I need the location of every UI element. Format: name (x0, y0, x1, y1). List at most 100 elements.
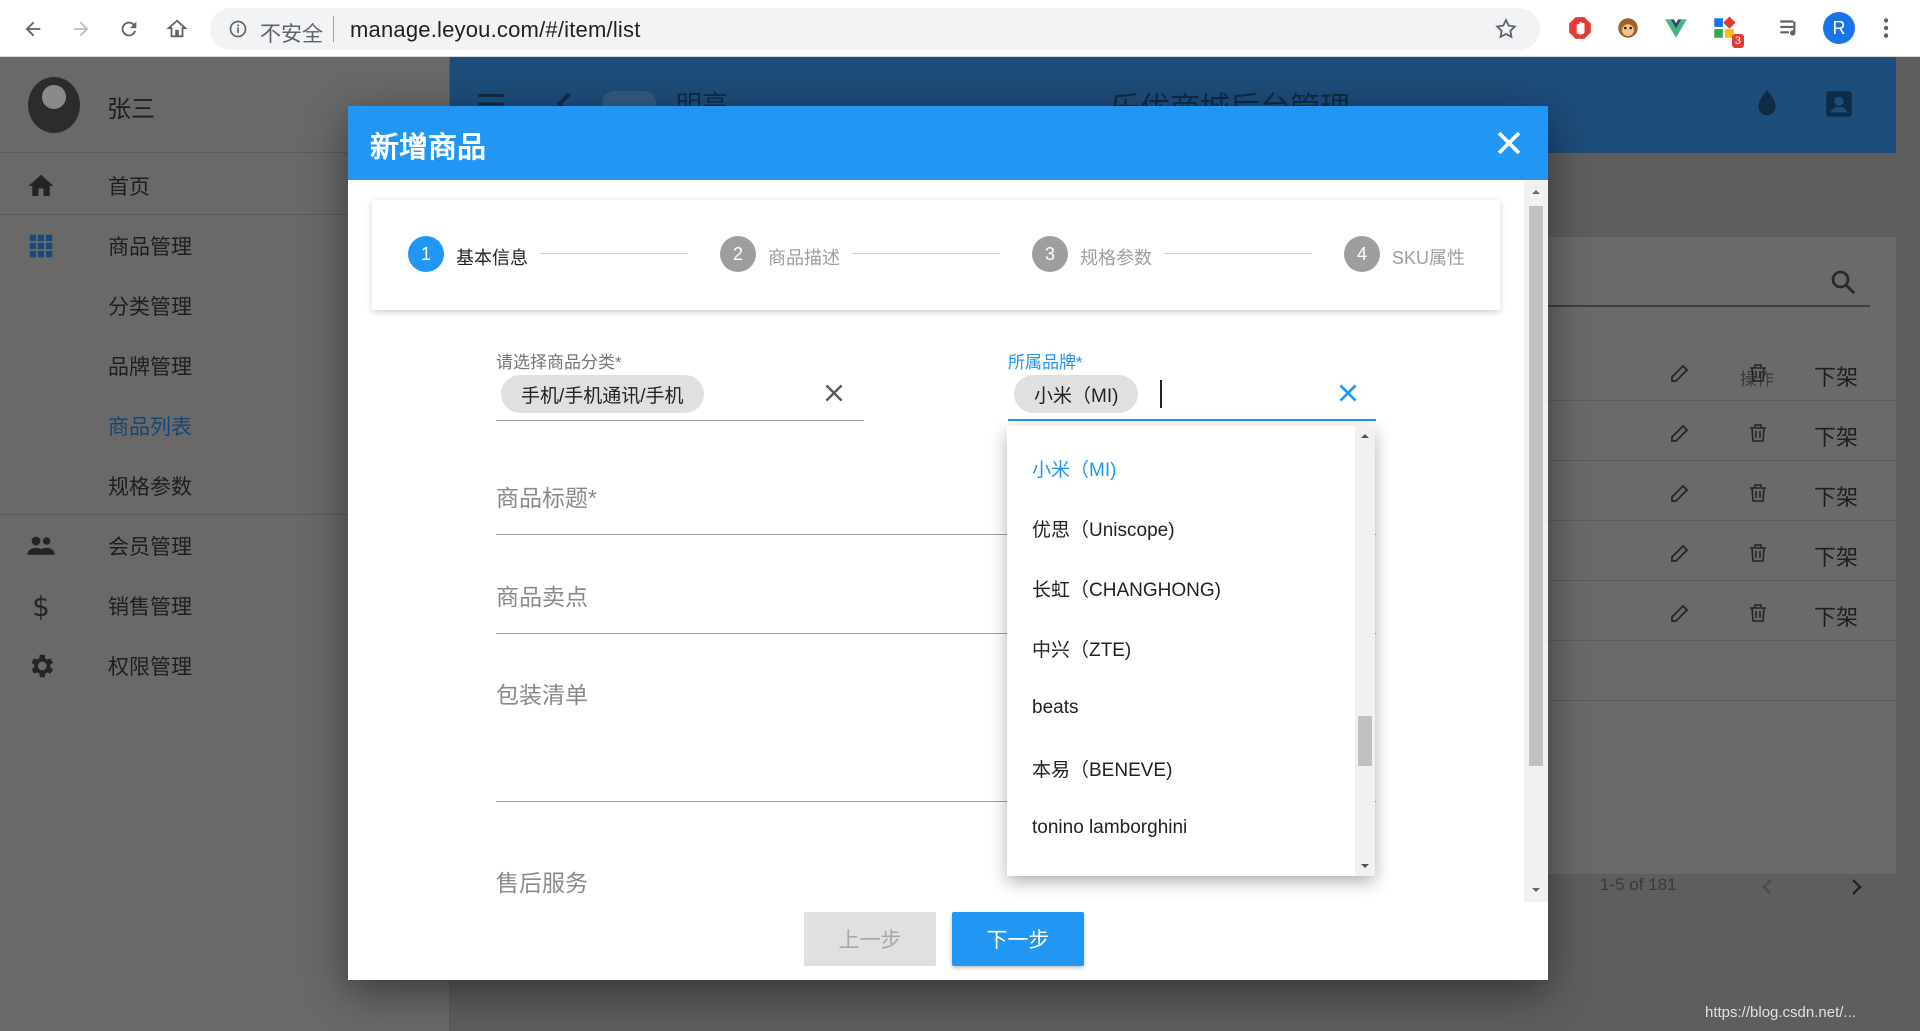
scrollbar-thumb[interactable] (1529, 206, 1543, 766)
people-icon (27, 536, 55, 555)
account-box-icon[interactable] (1822, 87, 1856, 121)
home-outline-icon (166, 19, 188, 38)
step-label: 商品描述 (768, 248, 840, 268)
unpublish-button[interactable]: 下架 (1814, 360, 1858, 392)
divider (1526, 640, 1896, 641)
adblock-extension-icon[interactable] (1566, 14, 1594, 42)
unpublish-button[interactable]: 下架 (1814, 420, 1858, 452)
brand-chip[interactable]: 小米（MI) (1014, 375, 1139, 413)
step-number: 3 (1032, 236, 1068, 272)
chevron-left-icon[interactable] (1756, 875, 1780, 899)
brand-option[interactable]: 小米（MI) (1007, 438, 1355, 498)
chevron-right-icon[interactable] (1844, 875, 1868, 899)
divider (1526, 580, 1896, 581)
delete-icon[interactable] (1746, 541, 1770, 565)
step-connector (1164, 253, 1312, 254)
sidebar-item-label: 分类管理 (108, 296, 192, 319)
monkey-extension-icon[interactable] (1614, 14, 1642, 42)
dialog-header: 新增商品 (348, 106, 1548, 180)
delete-icon[interactable] (1746, 361, 1770, 385)
info-icon[interactable] (228, 19, 248, 39)
edit-icon[interactable] (1668, 541, 1692, 565)
sidebar-item-label: 权限管理 (108, 656, 192, 679)
step-number: 4 (1344, 236, 1380, 272)
brand-option[interactable]: 长虹（CHANGHONG) (1007, 558, 1355, 618)
unpublish-button[interactable]: 下架 (1814, 480, 1858, 512)
product-title-field[interactable]: 商品标题* (496, 479, 597, 513)
contrast-icon[interactable] (1750, 87, 1784, 121)
divider (1526, 520, 1896, 521)
scrollbar-thumb[interactable] (1358, 716, 1372, 766)
gear-icon (31, 654, 54, 678)
scroll-up-icon[interactable] (1530, 186, 1542, 198)
back-button[interactable] (16, 12, 50, 46)
scroll-down-icon[interactable] (1530, 884, 1542, 896)
url-text[interactable]: manage.leyou.com/#/item/list (350, 17, 641, 43)
brand-option[interactable]: 本易（BENEVE) (1007, 738, 1355, 798)
brand-dropdown-menu: 小米（MI) 优思（Uniscope) 长虹（CHANGHONG) 中兴（ZTE… (1007, 426, 1375, 876)
delete-icon[interactable] (1746, 601, 1770, 625)
avatar (28, 77, 80, 133)
edit-icon[interactable] (1668, 421, 1692, 445)
divider (1526, 460, 1896, 461)
home-icon (28, 174, 54, 196)
step-label: SKU属性 (1392, 248, 1466, 268)
sidebar-item-label: 品牌管理 (108, 356, 192, 379)
delete-icon[interactable] (1746, 481, 1770, 505)
scroll-down-icon[interactable] (1359, 860, 1371, 872)
profile-avatar[interactable]: R (1823, 12, 1855, 44)
prev-step-button[interactable]: 上一步 (804, 912, 936, 966)
sidebar-item-label: 商品管理 (108, 236, 192, 259)
divider (333, 16, 334, 42)
step-number: 1 (408, 236, 444, 272)
step-connector (852, 253, 1000, 254)
clear-icon[interactable] (821, 380, 847, 406)
pagination-text: 1-5 of 181 (1600, 875, 1677, 894)
dropdown-scrollbar[interactable] (1355, 426, 1375, 876)
scroll-up-icon[interactable] (1359, 430, 1371, 442)
edit-icon[interactable] (1668, 601, 1692, 625)
home-button[interactable] (160, 12, 194, 46)
reload-button[interactable] (112, 12, 146, 46)
search-underline (1530, 305, 1870, 307)
forward-button[interactable] (64, 12, 98, 46)
brand-label: 所属品牌* (1008, 353, 1083, 372)
arrow-right-icon (73, 21, 89, 37)
extensions-puzzle-icon[interactable]: 3 (1710, 14, 1744, 48)
stepper: 1 基本信息 2 商品描述 3 规格参数 4 SKU属性 (372, 200, 1500, 310)
unpublish-button[interactable]: 下架 (1814, 600, 1858, 632)
bookmark-star-icon[interactable] (1494, 17, 1518, 41)
unpublish-button[interactable]: 下架 (1814, 540, 1858, 572)
search-icon[interactable] (1828, 267, 1858, 297)
dialog-footer: 上一步 下一步 (348, 902, 1548, 980)
sidebar-item-label: 规格参数 (108, 476, 192, 499)
next-step-button[interactable]: 下一步 (952, 912, 1084, 966)
text-caret (1160, 380, 1162, 408)
step-label: 基本信息 (456, 248, 528, 268)
brand-underline (1008, 419, 1376, 421)
user-name: 张三 (107, 96, 155, 123)
clear-icon[interactable] (1335, 380, 1361, 406)
divider (1526, 400, 1896, 401)
watermark: https://blog.csdn.net/... (1705, 1004, 1856, 1021)
edit-icon[interactable] (1668, 481, 1692, 505)
after-sale-service-field[interactable]: 售后服务 (496, 864, 588, 898)
product-subtitle-field[interactable]: 商品卖点 (496, 578, 588, 612)
edit-icon[interactable] (1668, 361, 1692, 385)
address-bar[interactable]: 不安全 manage.leyou.com/#/item/list (210, 8, 1540, 50)
delete-icon[interactable] (1746, 421, 1770, 445)
brand-option[interactable]: 中兴（ZTE) (1007, 618, 1355, 678)
browser-menu-icon[interactable] (1872, 14, 1900, 42)
brand-option[interactable]: 优思（Uniscope) (1007, 498, 1355, 558)
dialog-title: 新增商品 (370, 132, 487, 164)
close-icon[interactable] (1492, 126, 1526, 160)
brand-option[interactable]: tonino lamborghini (1007, 798, 1355, 858)
brand-option[interactable]: beats (1007, 678, 1355, 738)
category-chip[interactable]: 手机/手机通讯/手机 (501, 375, 704, 413)
vue-devtools-icon[interactable] (1662, 14, 1690, 42)
insecure-label: 不安全 (260, 23, 323, 46)
dialog-scrollbar[interactable] (1524, 180, 1548, 902)
sidebar-item-label: 首页 (108, 176, 150, 199)
packing-list-field[interactable]: 包装清单 (496, 676, 588, 710)
media-control-icon[interactable] (1776, 14, 1804, 42)
